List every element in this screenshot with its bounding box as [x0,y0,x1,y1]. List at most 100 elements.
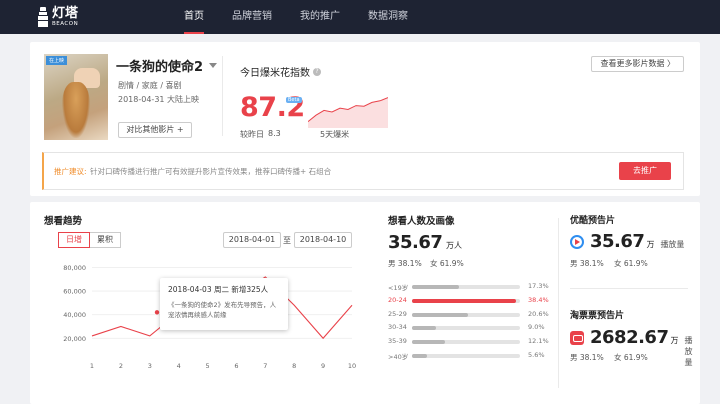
x-tick-label: 9 [321,362,325,370]
age-percent: 20.6% [528,309,549,318]
index-compare-text: 较昨日 8.3 [240,129,281,140]
top-navbar: 灯塔 BEACON 首页 品牌营销 我的推广 数据洞察 [0,0,720,34]
index-compare-label: 较昨日 [240,130,264,139]
toggle-cumulative[interactable]: 累积 [90,232,121,248]
highlight-point[interactable] [154,310,160,315]
age-bar-track [412,285,520,289]
analytics-card: 想看趋势 日增 累积 2018-04-01 至 2018-04-10 80,00… [30,202,700,404]
date-from-input[interactable]: 2018-04-01 [223,232,281,248]
audience-title: 想看人数及画像 [388,216,455,227]
youku-plays-value: 35.67 [590,231,645,252]
age-bar-track [412,298,520,303]
film-genre: 剧情 / 家庭 / 喜剧 [118,81,182,90]
suggestion-label: 推广建议: [54,167,87,176]
x-tick-label: 2 [119,362,123,370]
main-nav: 首页 品牌营销 我的推广 数据洞察 [170,0,422,34]
age-bar-track [412,326,520,331]
nav-data-insight[interactable]: 数据洞察 [354,0,422,34]
x-tick-label: 6 [234,362,238,370]
x-tick-label: 5 [205,362,209,370]
taopiao-female: 女 61.9% [614,353,648,362]
date-to-input[interactable]: 2018-04-10 [294,232,352,248]
age-row: 20-24 38.4% [388,294,568,308]
x-tick-label: 8 [292,362,296,370]
y-tick-label: 80,000 [63,264,86,272]
audience-female: 女 61.9% [430,259,464,268]
go-promote-button[interactable]: 去推广 [619,162,671,180]
age-row: 25-29 20.6% [388,308,568,322]
index-compare-value: 8.3 [268,129,281,138]
tooltip-heading: 2018-04-03 周二 新增325人 [168,285,269,294]
taopiao-plays-label: 播放量 [684,336,693,367]
x-tick-label: 1 [90,362,94,370]
popcorn-index-title: 今日爆米花指数 [240,68,310,79]
age-label: 25-29 [388,309,407,318]
date-separator: 至 [283,236,291,245]
logo-text-cn: 灯塔 [52,5,79,21]
taopiao-icon [570,331,584,345]
youku-plays-unit: 万 [646,240,655,249]
beacon-logo[interactable]: 灯塔 BEACON [38,6,78,28]
more-film-data-button[interactable]: 查看更多影片数据 〉 [591,56,684,72]
youku-plays: 35.67 万 播放量 [590,231,684,252]
suggestion-text: 针对口碑传播进行推广可有效提升影片宣传效果，推荐口碑传播+ 石组合 [90,167,332,176]
nav-home[interactable]: 首页 [170,0,218,34]
age-percent: 5.6% [528,350,545,359]
youku-icon [570,235,584,249]
age-bar-fill [412,285,459,289]
film-overview-card: 在上映 一条狗的使命2 剧情 / 家庭 / 喜剧 2018-04-31 大陆上映… [30,42,700,196]
index-5day-label: 5天爆米 [320,130,350,139]
taopiao-trailer-title: 淘票票预告片 [570,311,625,321]
nav-brand-marketing[interactable]: 品牌营销 [218,0,286,34]
nav-my-promotion[interactable]: 我的推广 [286,0,354,34]
age-label: 30-34 [388,323,407,332]
youku-male: 男 38.1% [570,259,604,268]
beta-badge: Beta [286,97,302,103]
help-icon[interactable]: ? [313,67,321,76]
age-bar-fill [412,340,445,345]
x-tick-label: 10 [348,362,356,370]
divider [558,218,559,388]
x-tick-label: 4 [177,362,181,370]
age-bar-fill [412,353,428,358]
trend-title: 想看趋势 [44,216,83,227]
film-title: 一条狗的使命2 [116,60,204,75]
age-distribution: <19岁 17.3% 20-24 38.4% 25-29 20.6% 30-34 9.0% 35… [388,280,568,363]
promotion-suggestion-bar: 推广建议: 针对口碑传播进行推广可有效提升影片宣传效果，推荐口碑传播+ 石组合 … [42,152,684,190]
popcorn-index-sparkline [308,97,388,128]
age-label: <19岁 [388,284,409,292]
age-percent: 9.0% [528,323,545,332]
taopiao-male: 男 38.1% [570,353,604,362]
trend-mode-toggle: 日增 累积 [58,232,121,248]
audience-male: 男 38.1% [388,259,422,268]
age-bar-fill [412,298,516,303]
chart-tooltip: 2018-04-03 周二 新增325人 《一条狗的使命2》发布先导预告，人宠浓… [160,278,288,330]
taopiao-plays-value: 2682.67 [590,327,669,348]
film-poster[interactable]: 在上映 [44,54,108,140]
x-tick-label: 3 [148,362,152,370]
tooltip-body: 《一条狗的使命2》发布先导预告，人宠浓情再续感人前缘 [168,301,277,319]
poster-status-tag: 在上映 [46,56,68,65]
audience-total-value: 35.67 [388,232,443,253]
film-release-date: 2018-04-31 大陆上映 [118,95,200,104]
age-percent: 38.4% [528,295,549,304]
age-row: 35-39 12.1% [388,335,568,349]
age-bar-track [412,312,520,317]
y-tick-label: 40,000 [63,311,86,319]
youku-trailer-title: 优酷预告片 [570,216,616,226]
youku-plays-label: 播放量 [660,240,685,249]
age-label: 35-39 [388,337,407,346]
age-row: <19岁 17.3% [388,280,568,294]
divider [570,288,688,289]
age-bar-track [412,353,520,358]
age-label: 20-24 [388,295,407,304]
divider [222,56,223,136]
age-bar-fill [412,312,468,317]
age-bar-track [412,340,520,345]
age-label: >40岁 [388,352,409,361]
chevron-down-icon[interactable] [209,63,218,68]
age-bar-fill [412,326,437,331]
film-selector[interactable]: 一条狗的使命2 [116,56,218,75]
compare-films-button[interactable]: 对比其他影片 + [118,122,192,138]
toggle-daily[interactable]: 日增 [58,232,90,248]
